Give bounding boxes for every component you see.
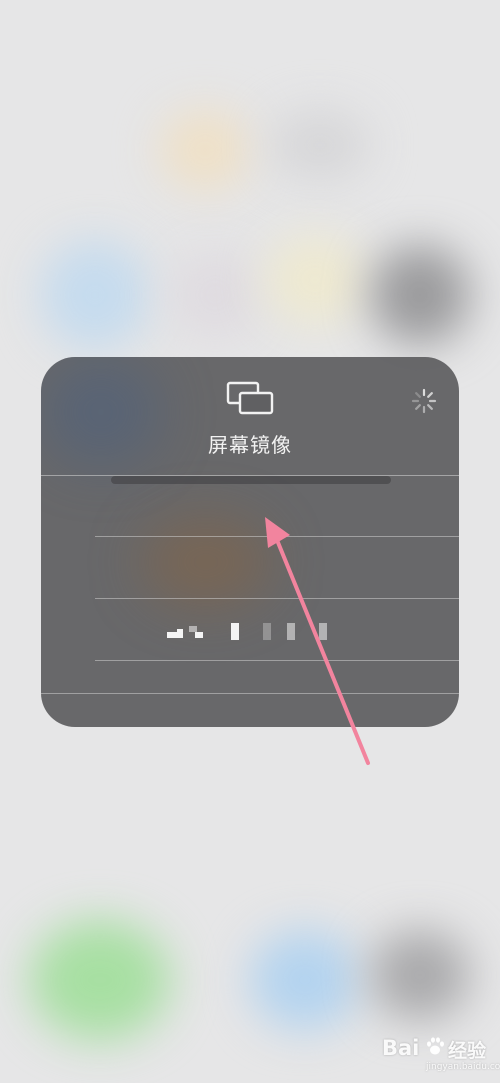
screen-mirroring-icon xyxy=(226,381,274,415)
watermark-brand-suffix: 经验 xyxy=(448,1040,487,1062)
watermark-brand: Bai xyxy=(382,1036,420,1060)
loading-spinner-icon xyxy=(411,388,437,414)
paw-icon xyxy=(427,1037,444,1055)
panel-footer xyxy=(41,632,459,694)
watermark: Bai 经验 jingyan.baidu.com xyxy=(382,1030,500,1080)
device-row[interactable] xyxy=(41,475,459,640)
screen-mirroring-panel: 屏幕镜像 xyxy=(41,357,459,727)
row-divider xyxy=(41,693,459,694)
panel-title: 屏幕镜像 xyxy=(208,433,292,457)
device-row[interactable] xyxy=(41,537,459,599)
watermark-site: jingyan.baidu.com xyxy=(426,1062,500,1072)
